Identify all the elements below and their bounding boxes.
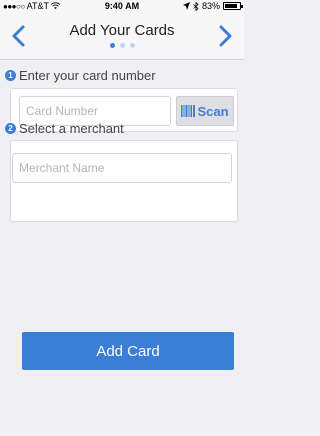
step1-badge: 1 (5, 70, 16, 81)
bluetooth-icon (193, 1, 199, 11)
navigation-bar: Add Your Cards (0, 14, 244, 60)
battery-percent: 83% (201, 1, 220, 11)
chevron-right-icon[interactable] (214, 24, 236, 48)
battery-fill (225, 4, 237, 8)
status-bar: ●●●○○ AT&T 9:40 AM 83% (0, 0, 244, 14)
page-title: Add Your Cards (69, 22, 175, 39)
scan-button[interactable]: Scan (176, 96, 234, 126)
location-arrow-icon (182, 2, 190, 10)
step1-label: Enter your card number (19, 68, 156, 83)
step2-heading: 2 Select a merchant (5, 121, 124, 136)
battery-tip (241, 5, 243, 8)
step2-badge: 2 (5, 123, 16, 134)
merchant-name-input[interactable] (12, 153, 232, 183)
barcode-icon (181, 105, 196, 117)
battery-icon (223, 2, 243, 10)
step1-heading: 1 Enter your card number (5, 68, 156, 83)
scan-label: Scan (197, 103, 229, 119)
page-indicator (0, 43, 244, 48)
page-dot (129, 43, 135, 48)
step2-label: Select a merchant (19, 121, 124, 136)
add-card-button[interactable]: Add Card (22, 332, 234, 370)
status-right: 83% (182, 1, 243, 11)
page-dot (109, 43, 115, 48)
page-dot (119, 43, 125, 48)
